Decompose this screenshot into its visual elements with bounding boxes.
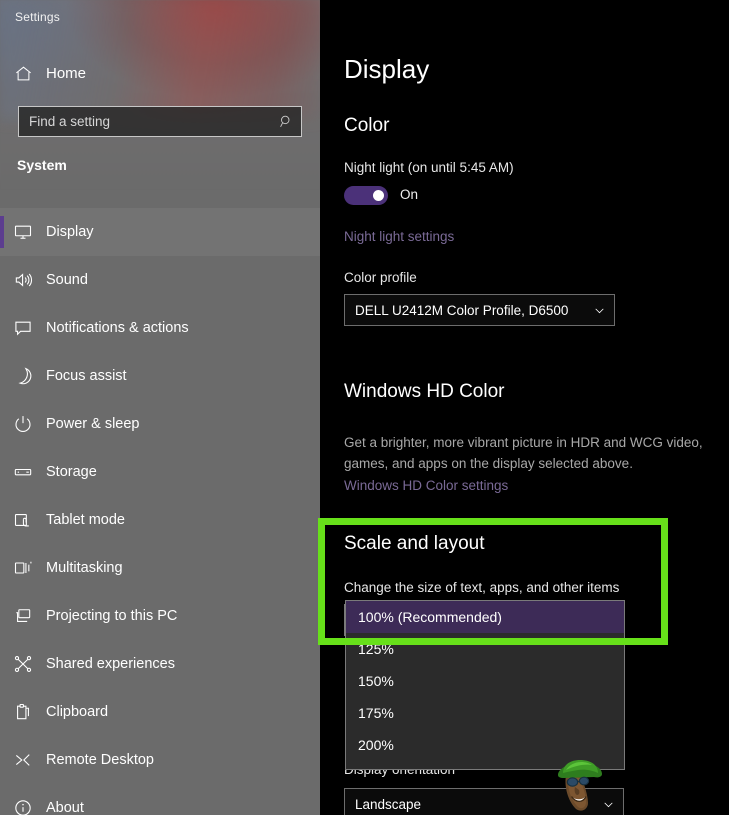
scale-option-175[interactable]: 175% [346,697,624,729]
sidebar-item-storage-label: Storage [46,464,97,480]
share-icon [0,654,46,674]
hd-color-description-line2: games, and apps on the display selected … [344,453,633,474]
project-icon [0,606,46,626]
sidebar-group-header: System [17,157,67,173]
sidebar-item-home-label: Home [46,65,86,82]
drive-icon [0,462,46,482]
scale-label: Change the size of text, apps, and other… [344,580,619,595]
night-light-toggle[interactable] [344,186,388,205]
sidebar-item-storage[interactable]: Storage [0,448,320,496]
power-icon [0,414,46,434]
sidebar-item-projecting[interactable]: Projecting to this PC [0,592,320,640]
monitor-icon [0,222,46,242]
notification-icon [0,318,46,338]
search-input-text[interactable]: Find a setting [19,114,271,129]
scale-dropdown-open-list[interactable]: 100% (Recommended) 125% 150% 175% 200% [345,600,625,770]
sidebar: Settings Home Find a setting System [0,0,320,815]
title-bar: Settings [0,0,320,38]
chevron-down-icon [593,798,623,811]
sidebar-item-remote-desktop[interactable]: Remote Desktop [0,736,320,784]
remote-desktop-icon [0,750,46,770]
section-heading-color: Color [344,115,389,137]
sidebar-item-notifications-label: Notifications & actions [46,320,189,336]
sidebar-item-notifications[interactable]: Notifications & actions [0,304,320,352]
sidebar-item-display[interactable]: Display [0,208,320,256]
moon-icon [0,366,46,386]
hd-color-settings-link[interactable]: Windows HD Color settings [344,478,508,493]
sidebar-item-power-sleep-label: Power & sleep [46,416,140,432]
sidebar-item-clipboard-label: Clipboard [46,704,108,720]
night-light-toggle-state: On [400,187,418,202]
sidebar-item-tablet-mode-label: Tablet mode [46,512,125,528]
sidebar-item-projecting-label: Projecting to this PC [46,608,177,624]
search-input[interactable]: Find a setting [18,106,302,137]
sidebar-item-shared-experiences-label: Shared experiences [46,656,175,672]
chevron-down-icon [584,304,614,317]
multitask-icon [0,558,46,578]
sidebar-item-shared-experiences[interactable]: Shared experiences [0,640,320,688]
home-icon [0,64,46,83]
toggle-knob [373,190,384,201]
section-heading-hd-color: Windows HD Color [344,381,504,403]
clipboard-icon [0,702,46,722]
sidebar-item-display-label: Display [46,224,94,240]
night-light-settings-link[interactable]: Night light settings [344,229,454,244]
night-light-label: Night light (on until 5:45 AM) [344,160,514,175]
sidebar-item-about[interactable]: About [0,784,320,815]
window-title: Settings [15,10,60,24]
orientation-dropdown[interactable]: Landscape [344,788,624,815]
sidebar-item-home[interactable]: Home [0,58,320,88]
sidebar-item-multitasking-label: Multitasking [46,560,123,576]
color-profile-dropdown-value: DELL U2412M Color Profile, D6500 [345,303,584,318]
scale-option-100[interactable]: 100% (Recommended) [346,601,624,633]
page-title: Display [344,54,429,85]
color-profile-dropdown[interactable]: DELL U2412M Color Profile, D6500 [344,294,615,326]
hd-color-description-line1: Get a brighter, more vibrant picture in … [344,432,703,453]
sidebar-nav-list: Display Sound [0,208,320,815]
speaker-icon [0,270,46,290]
sidebar-item-about-label: About [46,800,84,815]
color-profile-label: Color profile [344,270,417,285]
info-icon [0,798,46,815]
sidebar-item-focus-assist[interactable]: Focus assist [0,352,320,400]
scale-option-150[interactable]: 150% [346,665,624,697]
sidebar-item-sound[interactable]: Sound [0,256,320,304]
sidebar-item-clipboard[interactable]: Clipboard [0,688,320,736]
scale-option-200[interactable]: 200% [346,729,624,761]
sidebar-item-power-sleep[interactable]: Power & sleep [0,400,320,448]
section-heading-scale-layout: Scale and layout [344,533,485,555]
settings-window: Settings Home Find a setting System [0,0,729,815]
scale-option-125[interactable]: 125% [346,633,624,665]
sidebar-item-multitasking[interactable]: Multitasking [0,544,320,592]
orientation-dropdown-value: Landscape [345,797,593,812]
tablet-icon [0,510,46,530]
sidebar-item-tablet-mode[interactable]: Tablet mode [0,496,320,544]
search-icon[interactable] [271,114,301,129]
sidebar-item-focus-assist-label: Focus assist [46,368,127,384]
sidebar-item-remote-desktop-label: Remote Desktop [46,752,154,768]
selection-indicator [0,216,4,248]
sidebar-item-sound-label: Sound [46,272,88,288]
